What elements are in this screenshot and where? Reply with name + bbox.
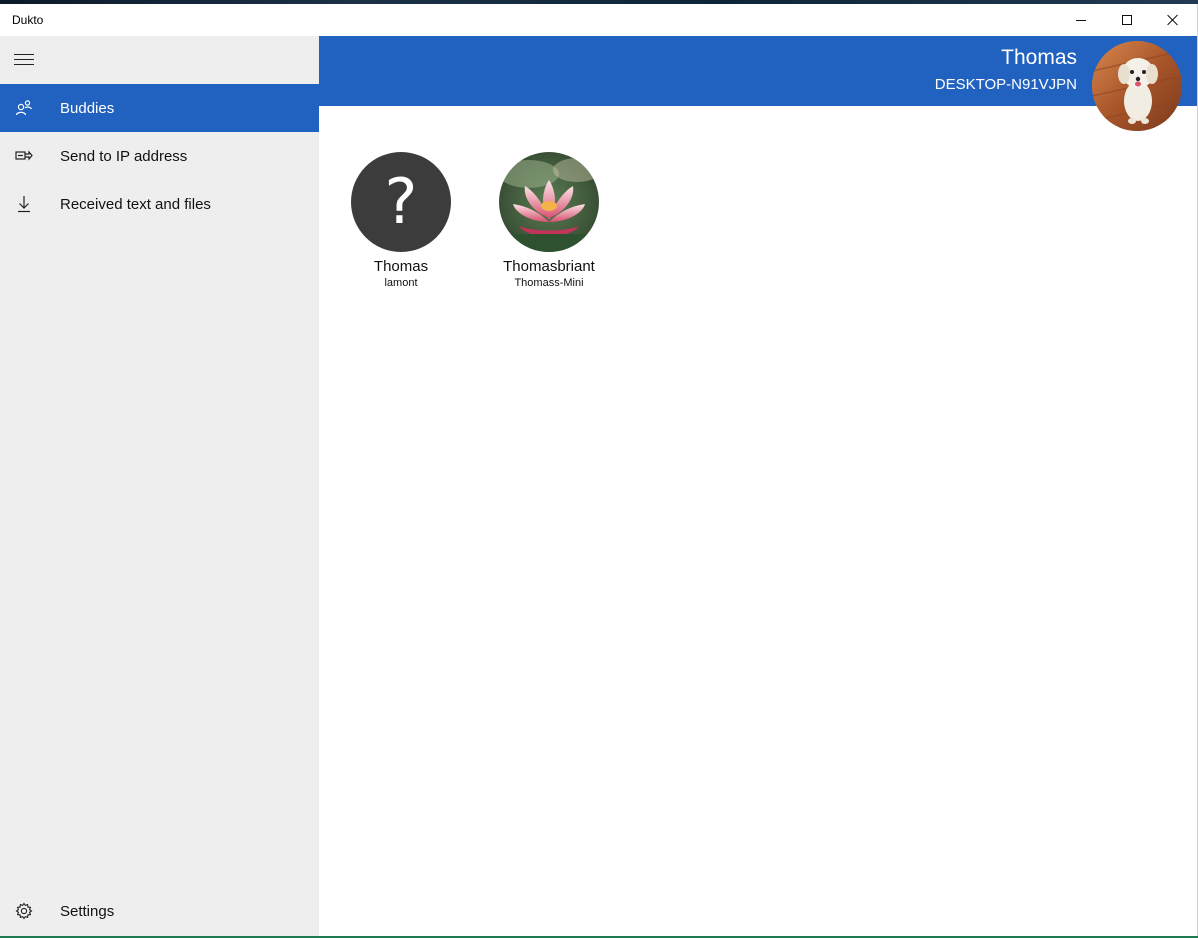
settings-label: Settings xyxy=(60,902,115,920)
settings-button[interactable]: Settings xyxy=(0,887,319,935)
sidebar-item-label: Received text and files xyxy=(60,195,211,213)
buddy-name: Thomas xyxy=(373,258,429,275)
buddy-avatar xyxy=(499,152,599,252)
buddy-card[interactable]: ? Thomas lamont xyxy=(326,152,476,289)
sidebar-item-buddies[interactable]: Buddies xyxy=(0,84,319,132)
sidebar-item-received[interactable]: Received text and files xyxy=(0,180,319,228)
minimize-button[interactable] xyxy=(1058,4,1104,36)
app-window: Dukto Buddies Send to IP address Receive… xyxy=(0,4,1198,936)
profile-avatar[interactable] xyxy=(1092,41,1182,131)
send-ip-icon xyxy=(0,132,48,180)
buddy-host: lamont xyxy=(384,277,418,289)
title-bar[interactable]: Dukto xyxy=(0,4,1197,36)
download-icon xyxy=(0,180,48,228)
window-title: Dukto xyxy=(12,13,44,27)
profile-host-name: DESKTOP-N91VJPN xyxy=(934,76,1077,93)
gear-icon xyxy=(0,887,48,935)
buddies-icon xyxy=(0,84,48,132)
minimize-icon xyxy=(1076,19,1086,21)
profile-user-name: Thomas xyxy=(1001,46,1077,69)
hamburger-icon xyxy=(14,54,34,66)
buddy-host: Thomass-Mini xyxy=(514,277,584,289)
question-mark-icon: ? xyxy=(384,165,418,238)
sidebar-item-label: Send to IP address xyxy=(60,147,188,165)
maximize-button[interactable] xyxy=(1104,4,1150,36)
sidebar-item-label: Buddies xyxy=(60,99,115,117)
profile-header: Thomas DESKTOP-N91VJPN xyxy=(319,36,1197,106)
maximize-icon xyxy=(1122,15,1132,25)
unknown-avatar-icon: ? xyxy=(351,152,451,252)
sidebar-item-send-ip[interactable]: Send to IP address xyxy=(0,132,319,180)
close-icon xyxy=(1167,14,1179,26)
buddy-card[interactable]: Thomasbriant Thomass-Mini xyxy=(474,152,624,289)
hamburger-menu-button[interactable] xyxy=(0,36,48,84)
close-button[interactable] xyxy=(1150,4,1196,36)
buddy-name: Thomasbriant xyxy=(503,258,595,275)
sidebar: Buddies Send to IP address Received text… xyxy=(0,36,319,936)
